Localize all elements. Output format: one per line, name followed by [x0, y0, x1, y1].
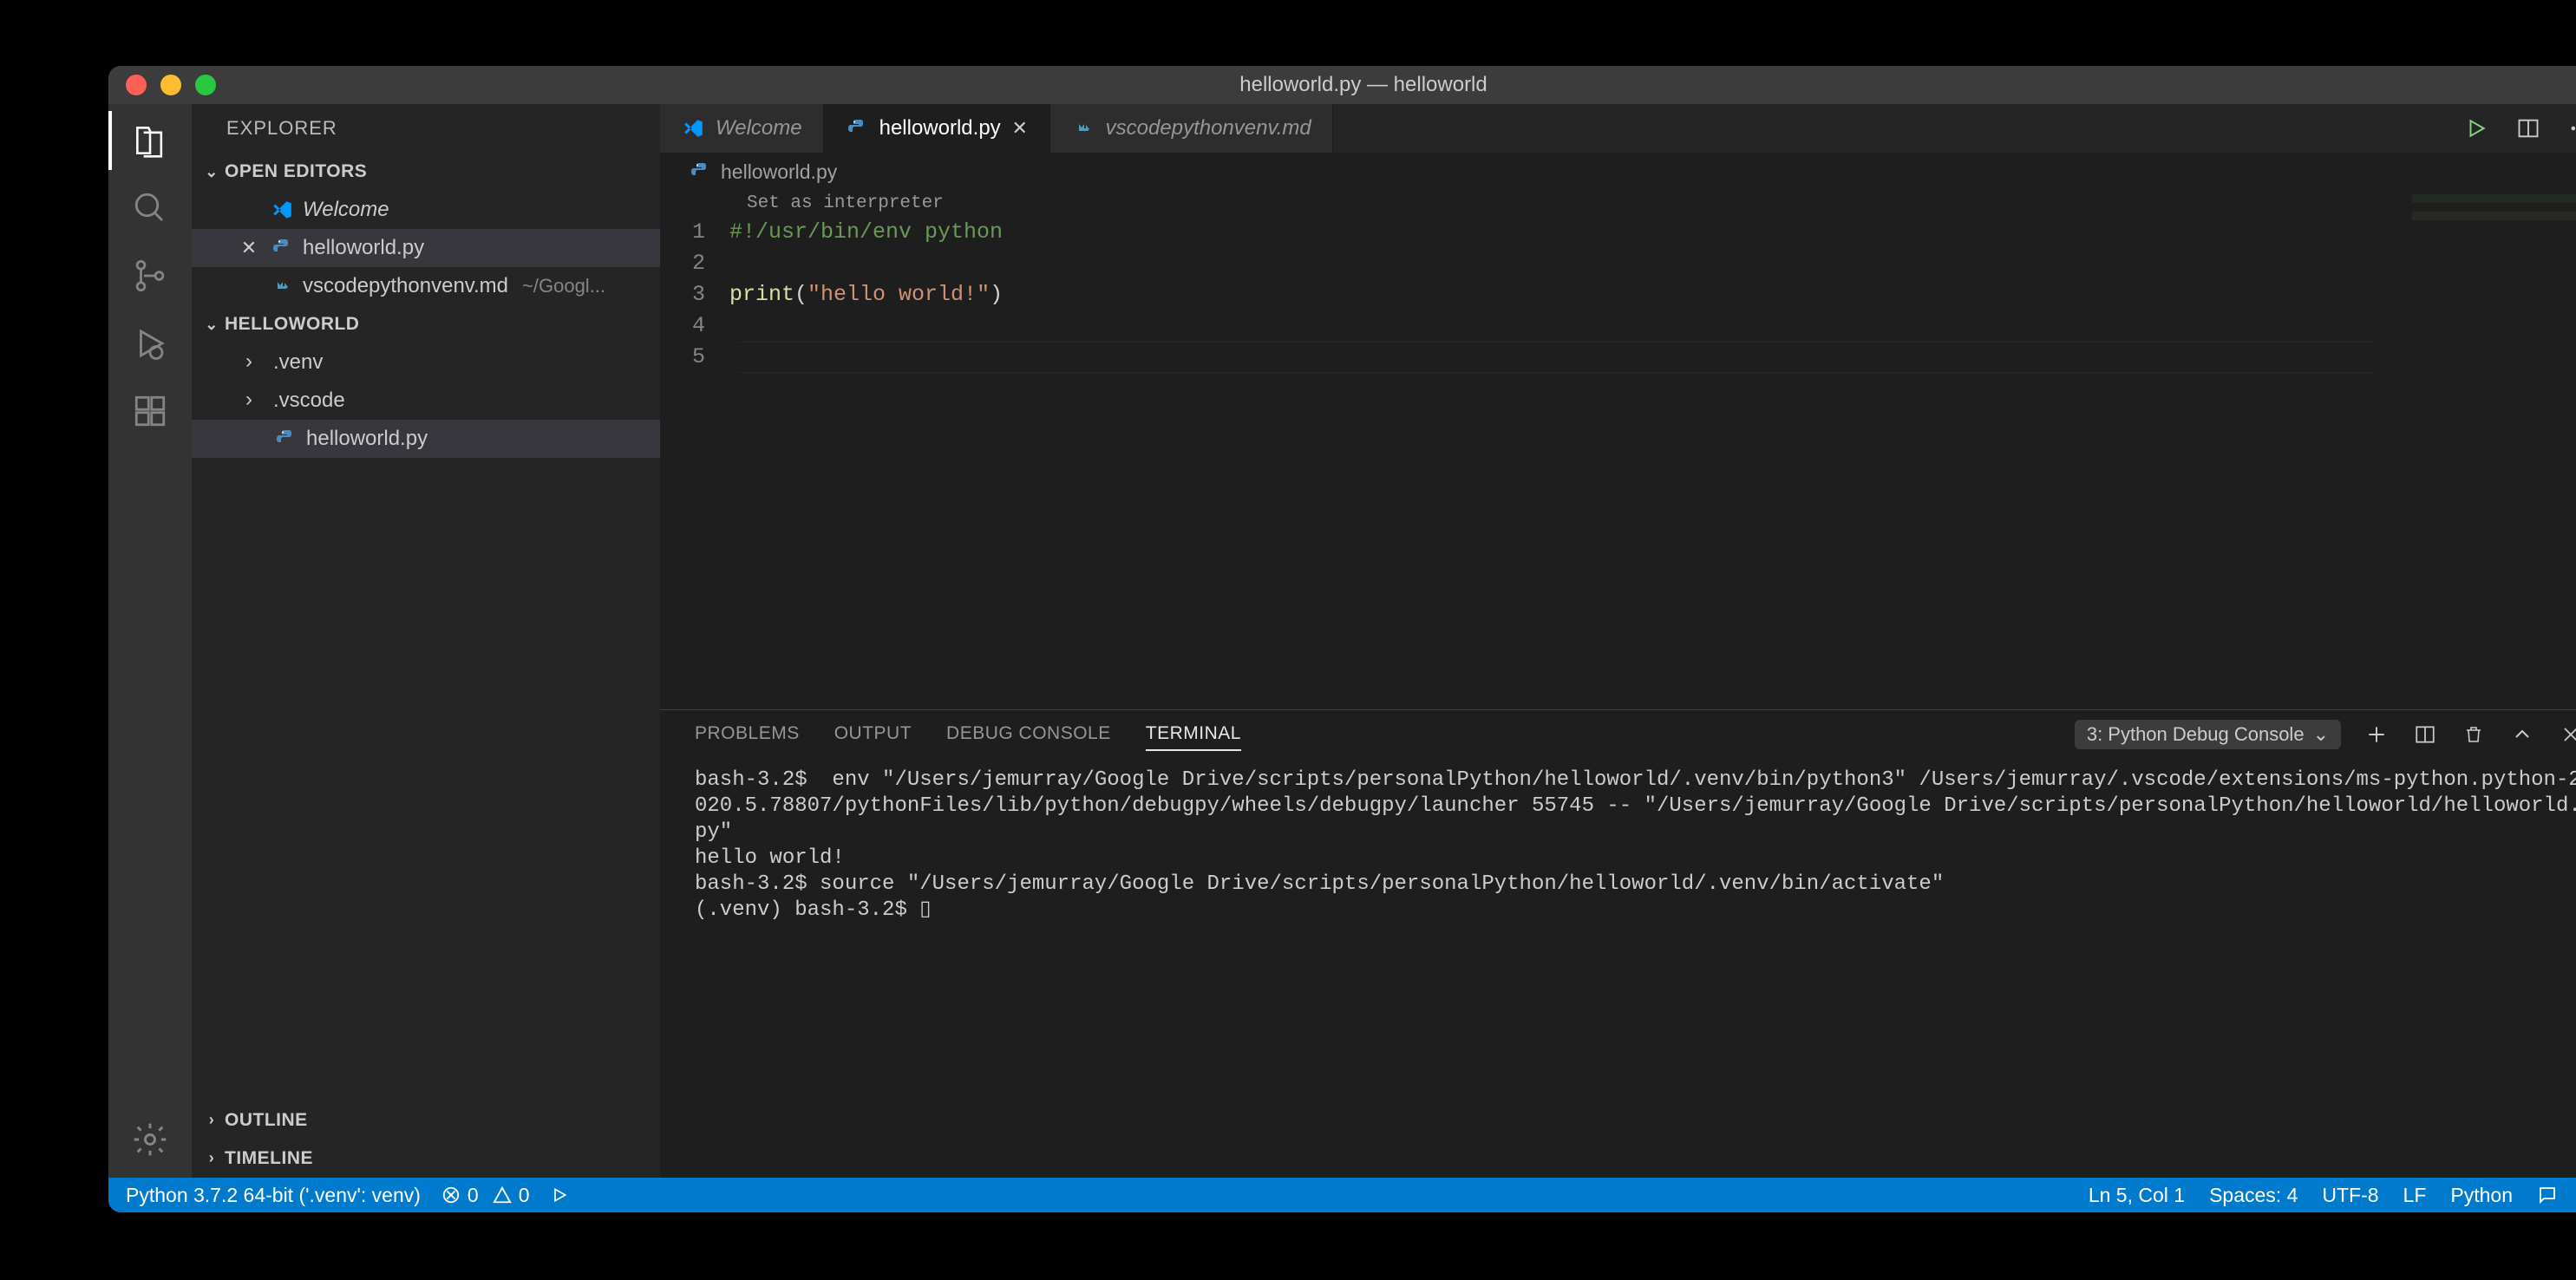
panel-tab-debug-console[interactable]: DEBUG CONSOLE — [946, 718, 1111, 751]
panel-tab-output[interactable]: OUTPUT — [834, 718, 912, 751]
new-terminal-icon[interactable] — [2364, 722, 2390, 748]
line-number: 1 — [660, 217, 729, 248]
code-line: #!/usr/bin/env python — [729, 217, 1003, 248]
code-editor[interactable]: Set as interpreter 1#!/usr/bin/env pytho… — [660, 191, 2576, 709]
activity-bar — [108, 104, 192, 1178]
folder-header[interactable]: ⌄ HELLOWORLD — [192, 305, 660, 343]
status-language-mode[interactable]: Python — [2450, 1184, 2513, 1207]
code-line: print("hello world!") — [729, 279, 1003, 310]
tab-bar: Welcome helloworld.py ✕ vscodepythonvenv.md — [660, 104, 2576, 153]
close-tab-icon[interactable]: ✕ — [1011, 117, 1029, 140]
editor-tab[interactable]: Welcome — [660, 104, 824, 153]
panel-tab-terminal[interactable]: TERMINAL — [1146, 718, 1241, 751]
chevron-down-icon: ⌄ — [199, 316, 225, 334]
window-controls — [126, 75, 216, 95]
close-icon[interactable]: ✕ — [237, 237, 261, 259]
folder-item[interactable]: › .vscode — [192, 382, 660, 420]
line-number: 3 — [660, 279, 729, 310]
outline-header[interactable]: › OUTLINE — [192, 1101, 660, 1140]
open-editor-item[interactable]: vscodepythonvenv.md ~/Googl... — [192, 267, 660, 305]
folder-item[interactable]: › .venv — [192, 343, 660, 382]
python-file-icon — [273, 427, 297, 451]
title-bar: helloworld.py — helloworld — [108, 66, 2576, 104]
kill-terminal-icon[interactable] — [2461, 722, 2487, 748]
vscode-file-icon — [681, 116, 705, 140]
status-bar: Python 3.7.2 64-bit ('.venv': venv) 0 0 … — [108, 1178, 2576, 1212]
python-file-icon — [688, 160, 712, 184]
open-editor-item[interactable]: ✕ helloworld.py — [192, 229, 660, 267]
run-debug-icon[interactable] — [129, 323, 171, 364]
sidebar-title: EXPLORER — [192, 104, 660, 153]
tab-label: vscodepythonvenv.md — [1106, 116, 1311, 140]
markdown-file-icon — [270, 274, 294, 298]
source-control-icon[interactable] — [129, 255, 171, 297]
status-feedback-icon[interactable] — [2537, 1185, 2558, 1205]
fullscreen-window-button[interactable] — [195, 75, 216, 95]
vscode-file-icon — [270, 198, 294, 222]
open-editors-header[interactable]: ⌄ OPEN EDITORS — [192, 153, 660, 191]
open-editor-item[interactable]: Welcome — [192, 191, 660, 229]
vscode-window: helloworld.py — helloworld — [108, 66, 2576, 1212]
terminal-output[interactable]: bash-3.2$ env "/Users/jemurray/Google Dr… — [660, 759, 2576, 1178]
markdown-file-icon — [1071, 116, 1095, 140]
close-window-button[interactable] — [126, 75, 147, 95]
split-terminal-icon[interactable] — [2412, 722, 2438, 748]
more-actions-icon[interactable] — [2566, 114, 2576, 142]
panel-tab-bar: PROBLEMS OUTPUT DEBUG CONSOLE TERMINAL 3: P… — [660, 710, 2576, 759]
tab-label: helloworld.py — [879, 116, 1001, 140]
open-editor-label: Welcome — [303, 198, 389, 222]
line-number: 4 — [660, 310, 729, 342]
close-panel-icon[interactable] — [2558, 722, 2576, 748]
python-file-icon — [845, 116, 869, 140]
window-title: helloworld.py — helloworld — [108, 73, 2576, 97]
python-file-icon — [270, 236, 294, 260]
chevron-right-icon: › — [199, 1149, 225, 1167]
status-eol[interactable]: LF — [2403, 1184, 2427, 1207]
bottom-panel: PROBLEMS OUTPUT DEBUG CONSOLE TERMINAL 3: P… — [660, 709, 2576, 1178]
open-editor-label: helloworld.py — [303, 236, 424, 260]
chevron-right-icon: › — [245, 349, 265, 374]
open-editor-label: vscodepythonvenv.md — [303, 274, 508, 298]
editor-tab[interactable]: helloworld.py ✕ — [824, 104, 1050, 153]
codelens-set-interpreter[interactable]: Set as interpreter — [660, 191, 2576, 217]
editor-tab[interactable]: vscodepythonvenv.md — [1050, 104, 1333, 153]
search-icon[interactable] — [129, 187, 171, 229]
breadcrumb-file: helloworld.py — [721, 160, 837, 184]
tree-item-label: .vscode — [273, 389, 345, 413]
line-number: 2 — [660, 248, 729, 279]
tab-label: Welcome — [716, 116, 802, 140]
status-indentation[interactable]: Spaces: 4 — [2209, 1184, 2298, 1207]
breadcrumb[interactable]: helloworld.py — [660, 153, 2576, 191]
editor-group: Welcome helloworld.py ✕ vscodepythonvenv.md — [660, 104, 2576, 1178]
explorer-icon[interactable] — [129, 120, 171, 161]
current-line-highlight — [738, 342, 2376, 373]
minimap[interactable] — [2412, 194, 2576, 220]
chevron-right-icon: › — [199, 1111, 225, 1129]
explorer-sidebar: EXPLORER ⌄ OPEN EDITORS Welcome ✕ hellowor… — [192, 104, 660, 1178]
tree-item-label: helloworld.py — [306, 427, 428, 451]
status-problems[interactable]: 0 0 — [441, 1184, 530, 1207]
maximize-panel-icon[interactable] — [2509, 722, 2535, 748]
panel-tab-problems[interactable]: PROBLEMS — [695, 718, 800, 751]
settings-gear-icon[interactable] — [129, 1119, 171, 1160]
timeline-header[interactable]: › TIMELINE — [192, 1140, 660, 1178]
minimize-window-button[interactable] — [160, 75, 181, 95]
tree-item-label: .venv — [273, 350, 323, 375]
status-run-icon[interactable] — [551, 1186, 568, 1204]
file-item[interactable]: helloworld.py — [192, 420, 660, 458]
open-editor-path: ~/Googl... — [522, 275, 605, 297]
status-python-interpreter[interactable]: Python 3.7.2 64-bit ('.venv': venv) — [126, 1184, 421, 1207]
status-encoding[interactable]: UTF-8 — [2322, 1184, 2378, 1207]
chevron-right-icon: › — [245, 388, 265, 412]
run-file-icon[interactable] — [2462, 114, 2490, 142]
split-editor-icon[interactable] — [2514, 114, 2542, 142]
status-cursor-position[interactable]: Ln 5, Col 1 — [2089, 1184, 2185, 1207]
terminal-selector[interactable]: 3: Python Debug Console ⌄ — [2075, 720, 2341, 749]
line-number: 5 — [660, 342, 729, 373]
extensions-icon[interactable] — [129, 390, 171, 432]
chevron-down-icon: ⌄ — [2313, 723, 2329, 746]
chevron-down-icon: ⌄ — [199, 163, 225, 181]
